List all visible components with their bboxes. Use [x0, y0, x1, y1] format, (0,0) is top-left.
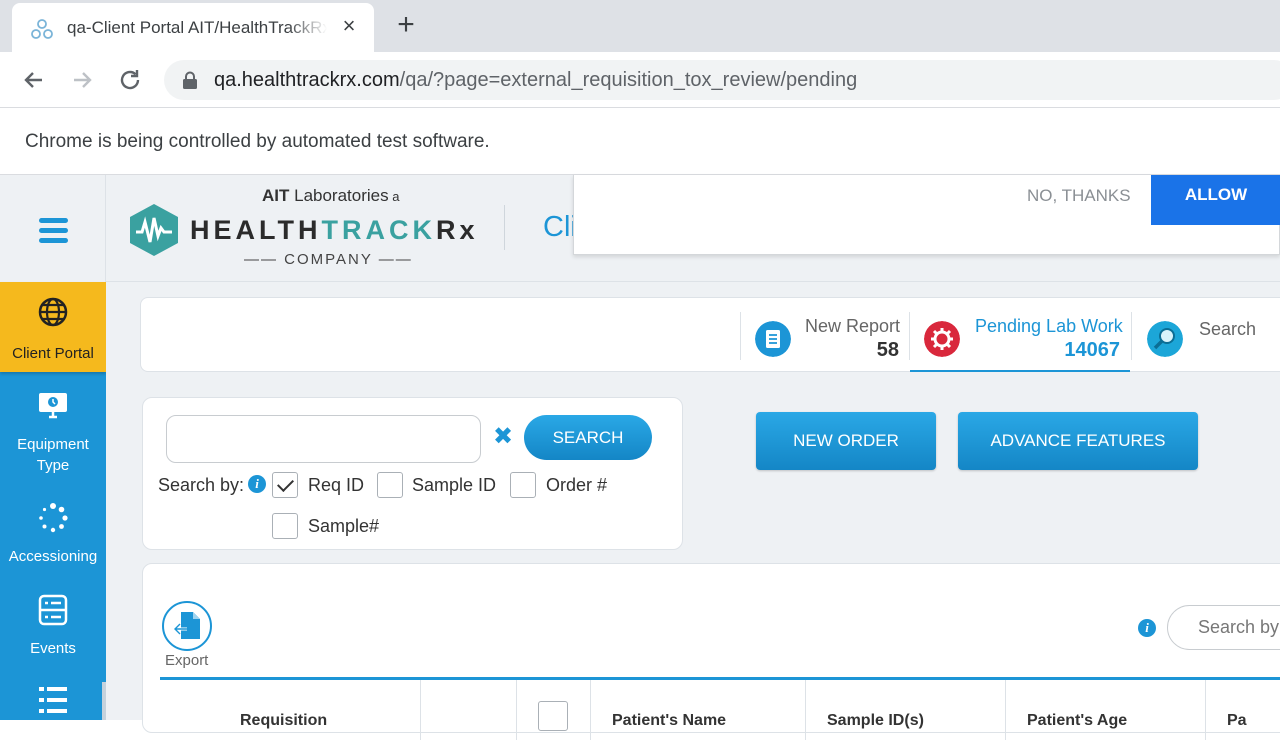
column-header-patient-age[interactable]: Patient's Age [1027, 712, 1127, 730]
globe-icon [38, 297, 68, 327]
automation-infobar: Chrome is being controlled by automated … [0, 108, 1280, 175]
checkbox-order-number[interactable] [510, 472, 536, 498]
sidebar: Client Portal Equipment Type Accessionin… [0, 282, 106, 720]
new-order-button[interactable]: NEW ORDER [756, 412, 936, 470]
stat-new-report[interactable]: New Report 58 [741, 298, 909, 373]
tab-favicon-icon [31, 19, 53, 39]
export-label: Export [165, 652, 209, 669]
table-search-input[interactable]: Search by [1167, 605, 1280, 650]
new-tab-icon[interactable]: + [393, 10, 419, 40]
document-icon [755, 321, 791, 357]
checkbox-sample-id[interactable] [377, 472, 403, 498]
clear-search-icon[interactable]: ✖ [492, 425, 514, 449]
url-path: /qa/?page=external_requisition_tox_revie… [399, 69, 858, 91]
column-divider [516, 680, 517, 740]
logo-top-small: a [388, 189, 400, 204]
logo-mark-icon [130, 204, 178, 256]
monitor-icon [39, 393, 67, 419]
stats-bar: New Report 58 Pending Lab Work 14067 Sea… [140, 297, 1280, 372]
tab-close-icon[interactable]: × [338, 15, 360, 37]
browser-toolbar: qa.healthtrackrx.com/qa/?page=external_r… [0, 52, 1280, 108]
logo-subtext: —— COMPANY —— [244, 251, 413, 268]
stat-value: 14067 [1064, 339, 1120, 361]
main-content: New Report 58 Pending Lab Work 14067 Sea… [106, 282, 1280, 740]
gear-icon [924, 321, 960, 357]
sidebar-item-events[interactable]: Events [0, 594, 106, 674]
lock-icon [183, 71, 197, 89]
logo-word-track: TRACK [321, 215, 436, 245]
results-table-panel: Export i Search by Requisition Patient's… [142, 563, 1280, 740]
select-all-checkbox[interactable] [538, 701, 568, 731]
url-host: qa.healthtrackrx.com [214, 69, 400, 91]
search-input[interactable] [166, 415, 481, 463]
column-divider [420, 680, 421, 740]
search-icon [1147, 321, 1183, 357]
column-header-requisition[interactable]: Requisition [240, 712, 327, 730]
checkbox-label-sample-number: Sample# [308, 516, 380, 536]
info-icon[interactable]: i [248, 475, 266, 493]
search-button[interactable]: SEARCH [524, 415, 652, 460]
checkbox-sample-number[interactable] [272, 513, 298, 539]
export-button[interactable] [162, 601, 212, 651]
logo-top-rest: Laboratories [289, 186, 389, 205]
tab-title: qa-Client Portal AIT/HealthTrackRx [67, 18, 327, 37]
sidebar-item-accessioning[interactable]: Accessioning [0, 500, 106, 580]
logo-word-health: HEALTH [190, 215, 322, 245]
stat-active-underline [910, 370, 1130, 372]
list-icon [39, 687, 67, 713]
loading-icon [39, 503, 68, 533]
info-icon[interactable]: i [1138, 619, 1156, 637]
address-bar[interactable]: qa.healthtrackrx.com/qa/?page=external_r… [164, 60, 1280, 100]
header-divider [504, 205, 505, 250]
advance-features-button[interactable]: ADVANCE FEATURES [958, 412, 1198, 470]
server-icon [38, 594, 68, 626]
no-thanks-button[interactable]: NO, THANKS [1027, 186, 1131, 206]
stat-label: New Report [805, 316, 901, 336]
browser-tab-bar: qa-Client Portal AIT/HealthTrackRx × + [0, 0, 1280, 52]
sidebar-item-equipment-type[interactable]: Equipment Type [0, 382, 106, 482]
column-header-sample-ids[interactable]: Sample ID(s) [827, 712, 924, 730]
column-header-patient-name[interactable]: Patient's Name [612, 712, 726, 730]
stat-label: Pending Lab Work [975, 316, 1123, 336]
company-logo: AIT Laboratories a HEALTHTRACKRx —— COMP… [0, 175, 500, 282]
logo-top-text: AIT Laboratories a [262, 186, 399, 206]
stat-search[interactable]: Search [1132, 298, 1280, 373]
logo-wordmark: HEALTHTRACKRx [190, 215, 479, 246]
reload-icon[interactable] [116, 66, 144, 94]
stat-pending-lab-work[interactable]: Pending Lab Work 14067 [910, 298, 1130, 373]
checkbox-label-order-number: Order # [546, 475, 608, 495]
logo-word-rx: Rx [436, 215, 479, 245]
sidebar-item-client-portal[interactable]: Client Portal [0, 282, 106, 372]
browser-tab[interactable]: qa-Client Portal AIT/HealthTrackRx × [12, 3, 374, 52]
stat-label: Search [1199, 319, 1257, 339]
search-panel: ✖ SEARCH Search by: i Req ID Sample ID O… [142, 397, 683, 550]
column-divider [805, 680, 806, 740]
sidebar-label-accessioning: Accessioning [8, 548, 98, 565]
forward-icon[interactable] [68, 66, 96, 94]
checkbox-label-sample-id: Sample ID [412, 475, 497, 495]
search-by-label: Search by: [158, 475, 245, 495]
page-title: Cli [543, 211, 577, 243]
column-divider [1205, 680, 1206, 740]
sidebar-item-list[interactable] [0, 682, 106, 720]
logo-top-bold: AIT [262, 186, 290, 205]
back-icon[interactable] [20, 66, 48, 94]
sidebar-label-events: Events [30, 640, 76, 657]
column-divider [590, 680, 591, 740]
export-icon [173, 612, 200, 639]
notification-prompt: NO, THANKS ALLOW [573, 175, 1280, 255]
sidebar-label-client-portal: Client Portal [12, 345, 94, 362]
checkbox-req-id[interactable] [272, 472, 298, 498]
table-header: Requisition Patient's Name Sample ID(s) … [160, 677, 1280, 740]
column-header-pa[interactable]: Pa [1227, 712, 1247, 730]
stat-value: 58 [876, 339, 899, 361]
infobar-text: Chrome is being controlled by automated … [25, 131, 490, 152]
url-text: qa.healthtrackrx.com/qa/?page=external_r… [214, 69, 857, 92]
sidebar-label-equipment-type: Equipment Type [17, 436, 89, 474]
allow-button[interactable]: ALLOW [1151, 175, 1280, 225]
column-divider [1005, 680, 1006, 740]
checkbox-label-req-id: Req ID [308, 475, 365, 495]
